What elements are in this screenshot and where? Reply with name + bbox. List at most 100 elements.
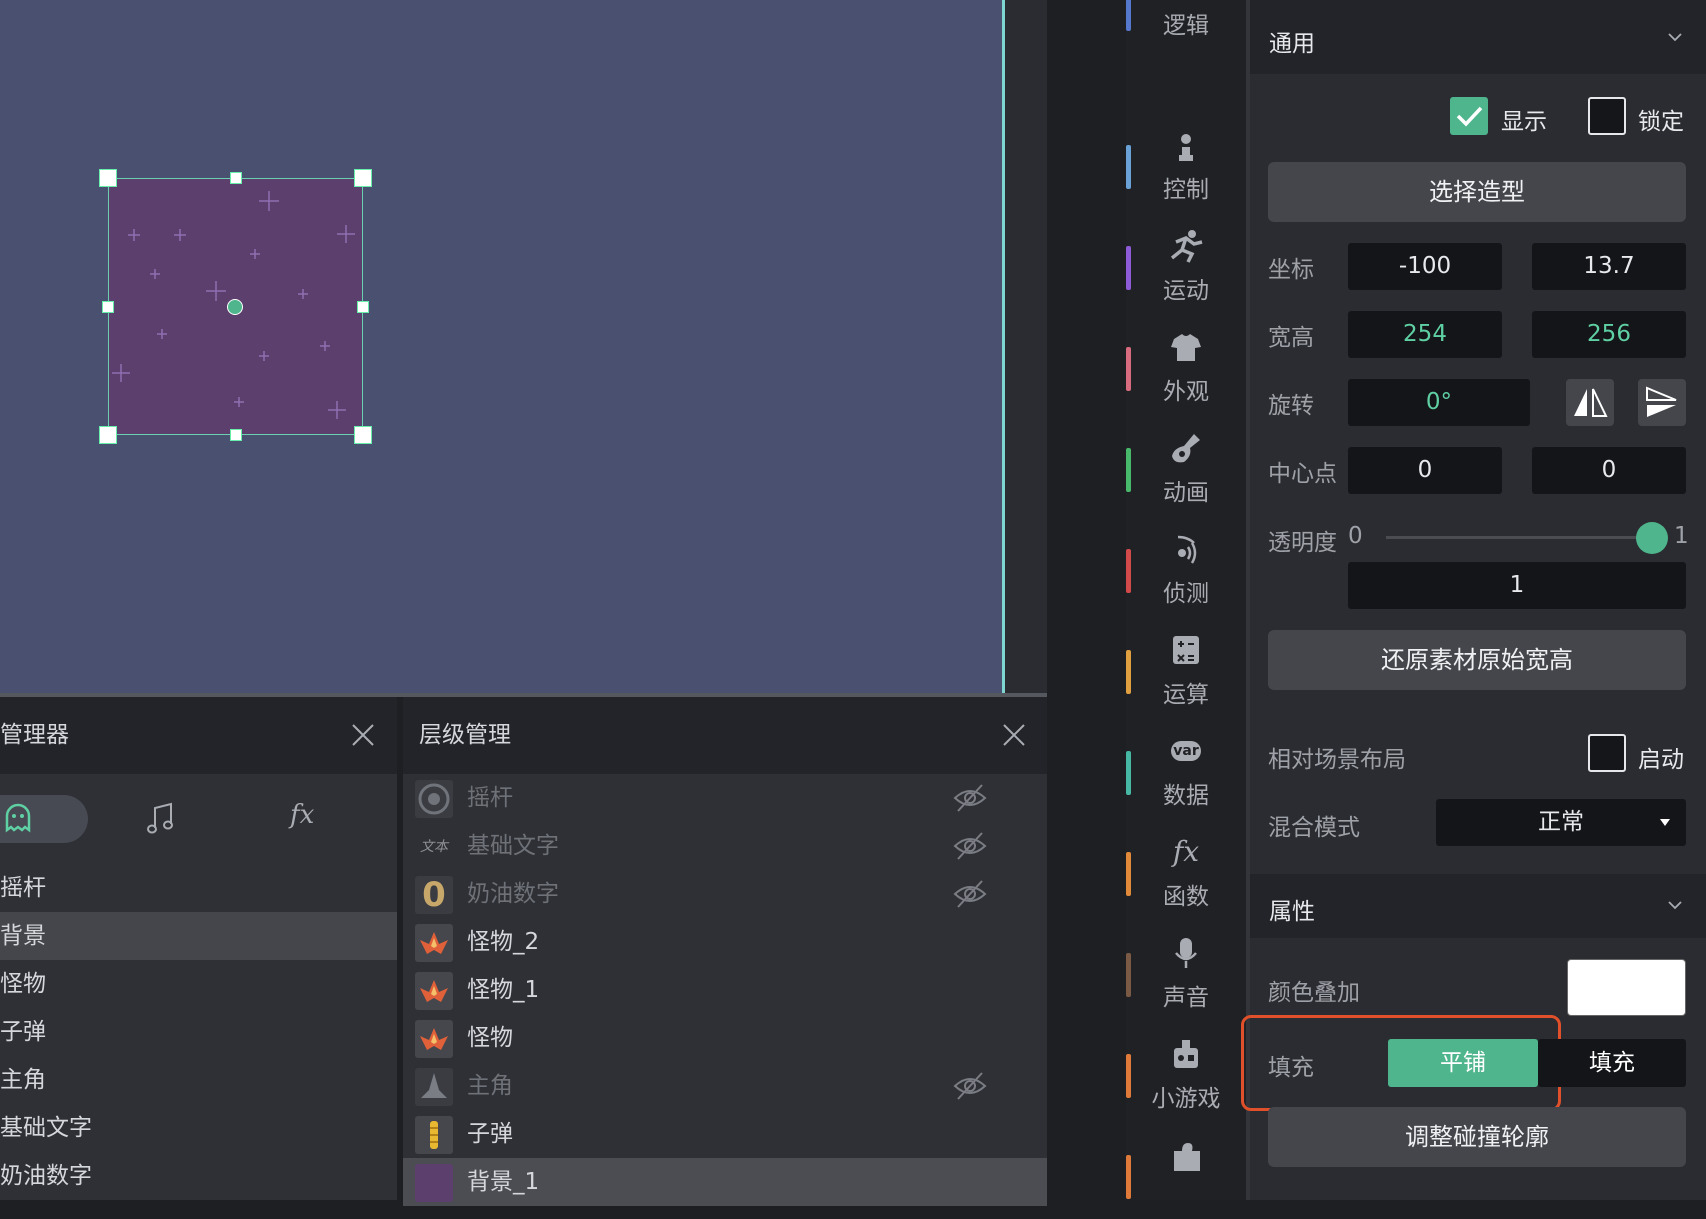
opacity-slider-thumb[interactable] (1636, 522, 1668, 554)
resize-handle-bottom-right[interactable] (354, 426, 372, 444)
function-icon: fx (1168, 834, 1204, 870)
layer-row[interactable]: 怪物_1 (403, 966, 1047, 1014)
category-10[interactable]: 声音 (1126, 888, 1246, 1011)
game-stage[interactable] (0, 0, 1002, 693)
layer-thumbnail: 文本 (415, 828, 453, 866)
asset-list-item[interactable]: 奶油数字 (0, 1152, 397, 1200)
resize-handle-top-right[interactable] (354, 169, 372, 187)
color-overlay-label: 颜色叠加 (1268, 980, 1360, 1006)
asset-list-item[interactable]: 子弹 (0, 1008, 397, 1056)
layer-row[interactable]: 摇杆 (403, 774, 1047, 822)
eye-hidden-icon[interactable] (953, 878, 987, 908)
section-general-title: 通用 (1269, 31, 1315, 57)
resize-handle-top[interactable] (230, 172, 242, 184)
category-1[interactable]: 逻辑 (1126, 0, 1246, 39)
var-icon: var (1168, 733, 1204, 769)
category-12[interactable] (1126, 1090, 1246, 1200)
layer-row[interactable]: 怪物 (403, 1014, 1047, 1062)
lock-checkbox[interactable] (1588, 97, 1626, 135)
color-overlay-swatch[interactable] (1567, 959, 1686, 1016)
layer-name: 主角 (467, 1073, 513, 1099)
layer-row[interactable]: 子弹 (403, 1110, 1047, 1158)
section-attributes-header[interactable]: 属性 (1250, 874, 1706, 938)
category-6[interactable]: 侦测 (1126, 484, 1246, 607)
pivot-x-input[interactable]: 0 (1348, 447, 1502, 494)
position-y-input[interactable]: 13.7 (1532, 243, 1686, 290)
category-8[interactable]: var 数据 (1126, 686, 1246, 809)
show-label: 显示 (1501, 109, 1547, 135)
pivot-handle[interactable] (227, 299, 243, 315)
resize-handle-bottom-left[interactable] (99, 426, 117, 444)
pivot-y-input[interactable]: 0 (1532, 447, 1686, 494)
relative-layout-checkbox[interactable] (1588, 734, 1626, 772)
category-3[interactable]: 运动 (1126, 181, 1246, 304)
asset-manager-title: 管理器 (0, 722, 69, 748)
resize-handle-right[interactable] (357, 301, 369, 313)
eye-hidden-icon[interactable] (953, 1070, 987, 1100)
show-checkbox[interactable] (1450, 97, 1488, 135)
layer-row[interactable]: 主角 (403, 1062, 1047, 1110)
category-7[interactable]: 运算 (1126, 585, 1246, 708)
check-icon (1456, 106, 1483, 127)
height-input[interactable]: 256 (1532, 311, 1686, 358)
fill-mode-label: 填充 (1268, 1055, 1314, 1081)
asset-list-item[interactable]: 主角 (0, 1056, 397, 1104)
asset-list-item[interactable]: 摇杆 (0, 864, 397, 912)
robot-icon (1168, 1036, 1204, 1072)
tab-sprites[interactable] (0, 795, 88, 843)
category-label: 逻辑 (1163, 13, 1209, 39)
category-2[interactable]: 控制 (1126, 80, 1246, 203)
rotation-input[interactable]: 0° (1348, 379, 1530, 426)
category-4[interactable]: 外观 (1126, 282, 1246, 405)
adjust-collision-button[interactable]: 调整碰撞轮廓 (1268, 1107, 1686, 1167)
shirt-icon (1168, 329, 1204, 365)
close-icon[interactable] (999, 720, 1029, 750)
layer-row[interactable]: 背景_1 (403, 1158, 1047, 1206)
asset-list-item[interactable]: 基础文字 (0, 1104, 397, 1152)
section-general-header[interactable]: 通用 (1250, 0, 1706, 74)
sensor-icon (1168, 531, 1204, 567)
music-note-icon[interactable] (145, 802, 177, 836)
layer-thumbnail (415, 1068, 453, 1106)
flip-vertical-icon (1646, 386, 1677, 417)
asset-list-item[interactable]: 背景 (0, 912, 397, 960)
opacity-slider-track[interactable] (1386, 536, 1652, 539)
layer-thumbnail (415, 924, 453, 962)
layer-row[interactable]: 文本 基础文字 (403, 822, 1047, 870)
blend-mode-label: 混合模式 (1268, 815, 1360, 841)
relative-layout-label: 相对场景布局 (1268, 747, 1406, 773)
layer-thumbnail-text: 文本 (420, 839, 448, 855)
category-5[interactable]: 动画 (1126, 383, 1246, 506)
layer-thumbnail (415, 780, 453, 818)
opacity-input[interactable]: 1 (1348, 562, 1686, 609)
caret-down-icon (1660, 819, 1670, 826)
asset-list-item[interactable]: 怪物 (0, 960, 397, 1008)
position-x-input[interactable]: -100 (1348, 243, 1502, 290)
resize-handle-left[interactable] (102, 301, 114, 313)
eye-hidden-icon[interactable] (953, 830, 987, 860)
select-shape-button[interactable]: 选择造型 (1268, 162, 1686, 222)
width-input[interactable]: 254 (1348, 311, 1502, 358)
blend-mode-value: 正常 (1538, 809, 1584, 835)
pivot-label: 中心点 (1268, 461, 1337, 487)
fill-mode-option-tile[interactable]: 平铺 (1388, 1039, 1538, 1087)
tab-functions[interactable]: fx (290, 800, 314, 830)
flip-vertical-button[interactable] (1638, 379, 1686, 426)
resize-handle-bottom[interactable] (230, 429, 242, 441)
restore-size-button[interactable]: 还原素材原始宽高 (1268, 630, 1686, 690)
layer-row[interactable]: 0 奶油数字 (403, 870, 1047, 918)
category-icon-text: var (1173, 743, 1199, 759)
layer-name: 背景_1 (467, 1169, 540, 1195)
eye-hidden-icon[interactable] (953, 782, 987, 812)
category-11[interactable]: 小游戏 (1126, 989, 1246, 1112)
flip-horizontal-button[interactable] (1566, 379, 1614, 426)
blend-mode-select[interactable]: 正常 (1436, 799, 1686, 846)
close-icon[interactable] (348, 720, 378, 750)
category-9[interactable]: fx 函数 (1126, 787, 1246, 910)
resize-handle-top-left[interactable] (99, 169, 117, 187)
layer-row[interactable]: 怪物_2 (403, 918, 1047, 966)
rotation-label: 旋转 (1268, 393, 1314, 419)
layer-name: 怪物 (467, 1025, 513, 1051)
calculator-icon (1168, 632, 1204, 668)
fill-mode-option-fill[interactable]: 填充 (1538, 1039, 1686, 1087)
